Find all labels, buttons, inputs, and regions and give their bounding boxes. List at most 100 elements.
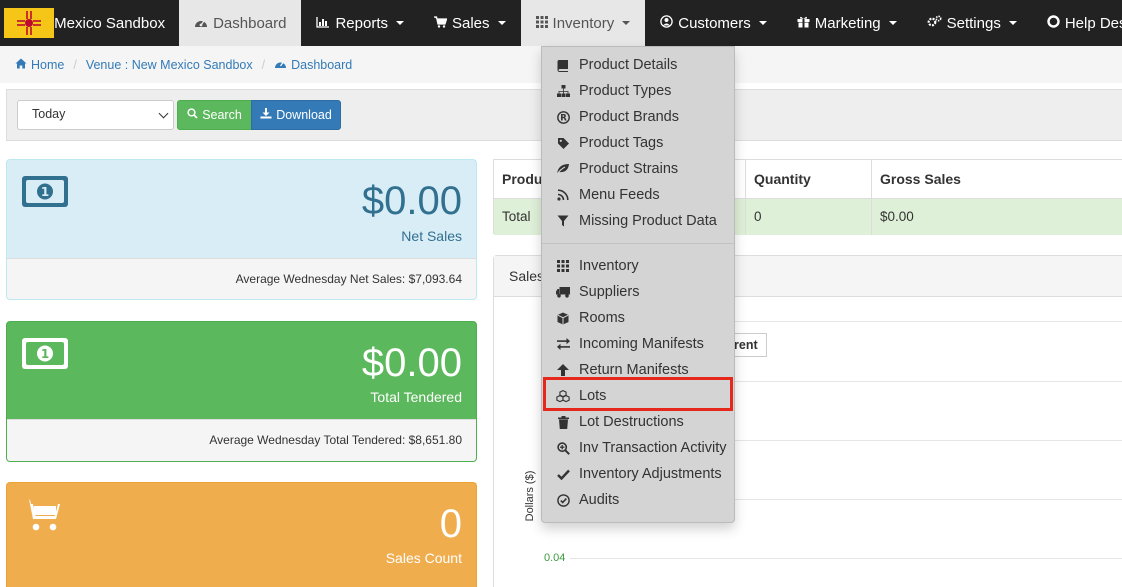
truck-icon [556,286,570,298]
menu-item-menu-feeds[interactable]: Menu Feeds [542,182,734,208]
menu-divider [542,243,734,244]
menu-item-label: Return Manifests [579,362,689,378]
gift-icon [797,16,810,31]
net-sales-footer: Average Wednesday Net Sales: $7,093.64 [7,258,476,299]
menu-item-product-types[interactable]: Product Types [542,78,734,104]
nav-sales-label: Sales [452,14,490,32]
menu-item-product-brands[interactable]: R Product Brands [542,104,734,130]
caret-down-icon [497,21,506,25]
chart-gridline [570,558,1122,559]
menu-item-product-details[interactable]: Product Details [542,52,734,78]
menu-item-incoming-manifests[interactable]: Incoming Manifests [542,331,734,357]
menu-item-label: Product Tags [579,135,664,151]
cart-icon [434,15,448,31]
net-sales-caption: Net Sales [401,228,462,244]
column-header-gross-sales[interactable]: Gross Sales [872,160,961,198]
menu-item-label: Product Details [579,57,678,73]
nav-dashboard-label: Dashboard [213,14,287,32]
menu-item-rooms[interactable]: Rooms [542,305,734,331]
nav-marketing[interactable]: Marketing [782,0,912,46]
svg-text:R: R [560,113,567,123]
menu-item-label: Missing Product Data [579,213,717,229]
registered-icon: R [556,110,570,124]
menu-item-suppliers[interactable]: Suppliers [542,279,734,305]
nav-inventory[interactable]: Inventory [520,0,646,46]
menu-item-label: Inventory [579,258,639,274]
inventory-dropdown-menu: Product Details Product Types R Product … [541,46,735,523]
menu-item-label: Product Strains [579,161,679,177]
exchange-icon [556,338,570,350]
date-range-select[interactable]: Today [17,100,174,130]
nav-marketing-label: Marketing [814,14,881,32]
menu-item-label: Menu Feeds [579,187,660,203]
breadcrumb-separator: / [73,57,77,72]
menu-item-missing-product-data[interactable]: Missing Product Data [542,208,734,234]
menu-item-label: Suppliers [579,284,640,300]
breadcrumb-home[interactable]: Home [15,58,64,72]
menu-item-label: Inv Transaction Activity [579,440,727,456]
menu-item-inv-transaction-activity[interactable]: Inv Transaction Activity [542,435,734,461]
grid-icon [535,15,548,31]
column-divider [871,160,872,235]
svg-text:1: 1 [41,185,49,199]
total-row-quantity: 0 [754,209,762,224]
gears-icon [927,15,942,31]
download-button-label: Download [276,108,332,122]
check-icon [556,469,570,480]
nav-reports[interactable]: Reports [301,0,419,46]
menu-item-label: Rooms [579,310,625,326]
column-header-quantity[interactable]: Quantity [746,160,811,198]
shopping-cart-icon [22,497,68,531]
bar-chart-icon [316,16,330,31]
column-divider [745,160,746,235]
menu-item-inventory[interactable]: Inventory [542,253,734,279]
nav-customers[interactable]: Customers [645,0,782,46]
total-tendered-panel: 1 $0.00 Total Tendered Average Wednesday… [6,321,477,462]
nav-settings[interactable]: Settings [912,0,1032,46]
lots-highlight-box [543,377,733,411]
breadcrumb-venue[interactable]: Venue : New Mexico Sandbox [86,58,253,72]
column-header-product[interactable]: Produ [494,160,542,198]
chart-y-tick: 0.04 [544,552,566,564]
arrow-up-icon [556,364,570,376]
menu-item-label: Lot Destructions [579,414,684,430]
breadcrumb-dashboard[interactable]: Dashboard [274,58,352,72]
download-button[interactable]: Download [251,100,341,130]
grid-icon [556,260,570,272]
chevron-down-icon [158,108,169,119]
sitemap-icon [556,85,570,97]
rss-icon [556,189,570,201]
nav-sales[interactable]: Sales [419,0,521,46]
nav-help-desk-label: Help Desk [1064,14,1122,32]
menu-item-label: Incoming Manifests [579,336,704,352]
total-tendered-caption: Total Tendered [370,389,462,405]
sales-count-caption: Sales Count [385,550,462,566]
caret-down-icon [758,21,767,25]
nav-dashboard[interactable]: Dashboard [179,0,302,46]
total-row-gross-sales: $0.00 [880,209,914,224]
caret-down-icon [396,21,404,25]
sales-count-panel: 0 Sales Count [6,482,477,587]
nav-reports-label: Reports [335,14,388,32]
check-circle-icon [556,493,570,507]
menu-item-lot-destructions[interactable]: Lot Destructions [542,409,734,435]
menu-item-inventory-adjustments[interactable]: Inventory Adjustments [542,461,734,487]
total-row-label: Total [502,209,531,224]
book-icon [556,59,570,72]
menu-item-label: Inventory Adjustments [579,466,722,482]
svg-text:1: 1 [41,347,49,361]
nav-help-desk[interactable]: Help Desk [1032,0,1122,46]
search-button[interactable]: Search [177,100,252,130]
home-icon [15,58,27,72]
sales-count-amount: 0 [439,502,462,546]
menu-item-label: Audits [579,492,620,508]
search-icon [187,108,198,122]
top-navbar: New Mexico Sandbox Dashboard Reports Sal… [0,0,1122,46]
menu-item-audits[interactable]: Audits [542,487,734,513]
caret-down-icon [888,21,897,25]
leaf-icon [556,163,570,175]
menu-item-product-tags[interactable]: Product Tags [542,130,734,156]
menu-item-product-strains[interactable]: Product Strains [542,156,734,182]
cube-icon [556,312,570,325]
chart-y-axis-label: Dollars ($) [524,470,536,522]
